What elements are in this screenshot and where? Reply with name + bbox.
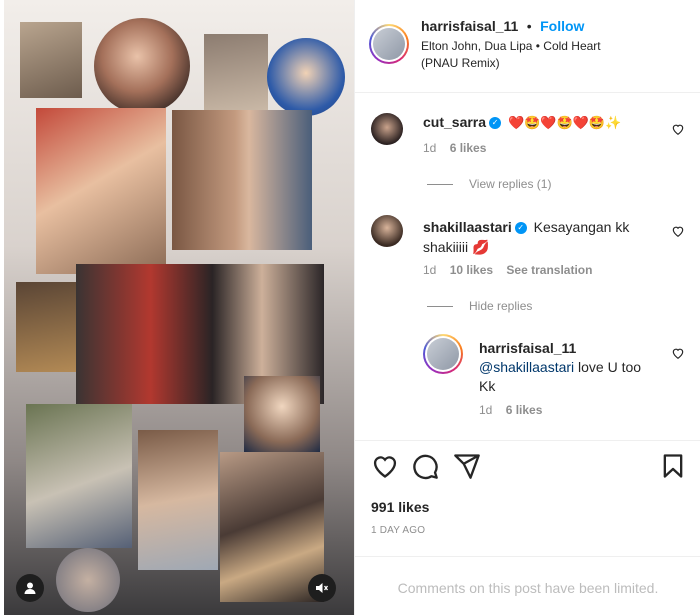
post-date: 1 DAY AGO bbox=[371, 525, 426, 536]
comment: cut_sarra ✓ ❤️🤩❤️🤩❤️🤩✨ bbox=[423, 114, 653, 131]
commenter-username[interactable]: shakillaastari bbox=[423, 219, 512, 235]
photo-tile bbox=[94, 18, 190, 114]
comment-text: ❤️🤩❤️🤩❤️🤩✨ bbox=[507, 115, 622, 130]
post-media[interactable] bbox=[4, 0, 354, 615]
hide-replies-button[interactable]: Hide replies bbox=[427, 299, 532, 313]
photo-tile bbox=[138, 430, 218, 570]
audio-track[interactable]: Elton John, Dua Lipa • Cold Heart (PNAU … bbox=[421, 38, 641, 72]
photo-tile bbox=[56, 548, 120, 612]
post-sidebar: harrisfaisal_11 • Follow Elton John, Dua… bbox=[354, 0, 700, 615]
comment: shakillaastari ✓ Kesayangan kk shakiiiii … bbox=[423, 217, 655, 257]
photo-tile bbox=[172, 110, 312, 250]
reply-age: 1d bbox=[479, 403, 493, 417]
heart-icon[interactable] bbox=[671, 122, 685, 136]
photo-tile bbox=[26, 404, 132, 548]
comment-meta: 1d 6 likes bbox=[423, 141, 496, 155]
see-translation-link[interactable]: See translation bbox=[506, 263, 592, 277]
heart-icon[interactable] bbox=[371, 452, 399, 480]
photo-tile bbox=[220, 452, 324, 602]
comment-age: 1d bbox=[423, 263, 437, 277]
verified-badge-icon: ✓ bbox=[489, 117, 502, 130]
author-avatar[interactable] bbox=[369, 24, 409, 64]
photo-tile bbox=[204, 34, 268, 110]
verified-badge-icon: ✓ bbox=[514, 222, 527, 235]
author-username[interactable]: harrisfaisal_11 bbox=[421, 18, 518, 34]
photo-tile bbox=[36, 108, 166, 274]
view-replies-button[interactable]: View replies (1) bbox=[427, 177, 551, 191]
photo-tile bbox=[20, 22, 82, 98]
commenter-avatar[interactable] bbox=[371, 215, 403, 247]
mute-button[interactable] bbox=[308, 574, 336, 602]
reply-meta: 1d 6 likes bbox=[479, 403, 552, 417]
comment-meta: 1d 10 likes See translation bbox=[423, 263, 602, 277]
commenter-username[interactable]: cut_sarra bbox=[423, 114, 486, 130]
speaker-muted-icon bbox=[316, 583, 329, 593]
separator-dot: • bbox=[526, 18, 532, 34]
view-replies-label: View replies (1) bbox=[469, 177, 552, 191]
reply-comment: harrisfaisal_11 @shakillaastari love U t… bbox=[479, 339, 655, 396]
reply-username[interactable]: harrisfaisal_11 bbox=[479, 339, 655, 358]
comment-likes[interactable]: 10 likes bbox=[450, 263, 493, 277]
user-tag-button[interactable] bbox=[16, 574, 44, 602]
bookmark-icon[interactable] bbox=[659, 452, 687, 480]
action-bar bbox=[371, 452, 687, 482]
photo-tile bbox=[244, 376, 320, 452]
follow-button[interactable]: Follow bbox=[540, 18, 584, 34]
photo-tile bbox=[16, 282, 80, 372]
comment-icon[interactable] bbox=[411, 452, 439, 480]
likes-count[interactable]: 991 likes bbox=[371, 499, 429, 515]
post-header: harrisfaisal_11 • Follow Elton John, Dua… bbox=[421, 18, 691, 72]
comment-age: 1d bbox=[423, 141, 437, 155]
heart-icon[interactable] bbox=[671, 224, 685, 238]
reply-author-avatar[interactable] bbox=[423, 334, 463, 374]
reply-mention[interactable]: @shakillaastari bbox=[479, 359, 574, 375]
reply-likes[interactable]: 6 likes bbox=[506, 403, 543, 417]
share-icon[interactable] bbox=[453, 452, 481, 480]
comments-limited-notice: Comments on this post have been limited. bbox=[397, 580, 659, 596]
heart-icon[interactable] bbox=[671, 346, 685, 360]
hide-replies-label: Hide replies bbox=[469, 299, 533, 313]
user-icon bbox=[24, 582, 36, 594]
comment-likes[interactable]: 6 likes bbox=[450, 141, 487, 155]
photo-tile bbox=[267, 38, 345, 116]
commenter-avatar[interactable] bbox=[371, 113, 403, 145]
